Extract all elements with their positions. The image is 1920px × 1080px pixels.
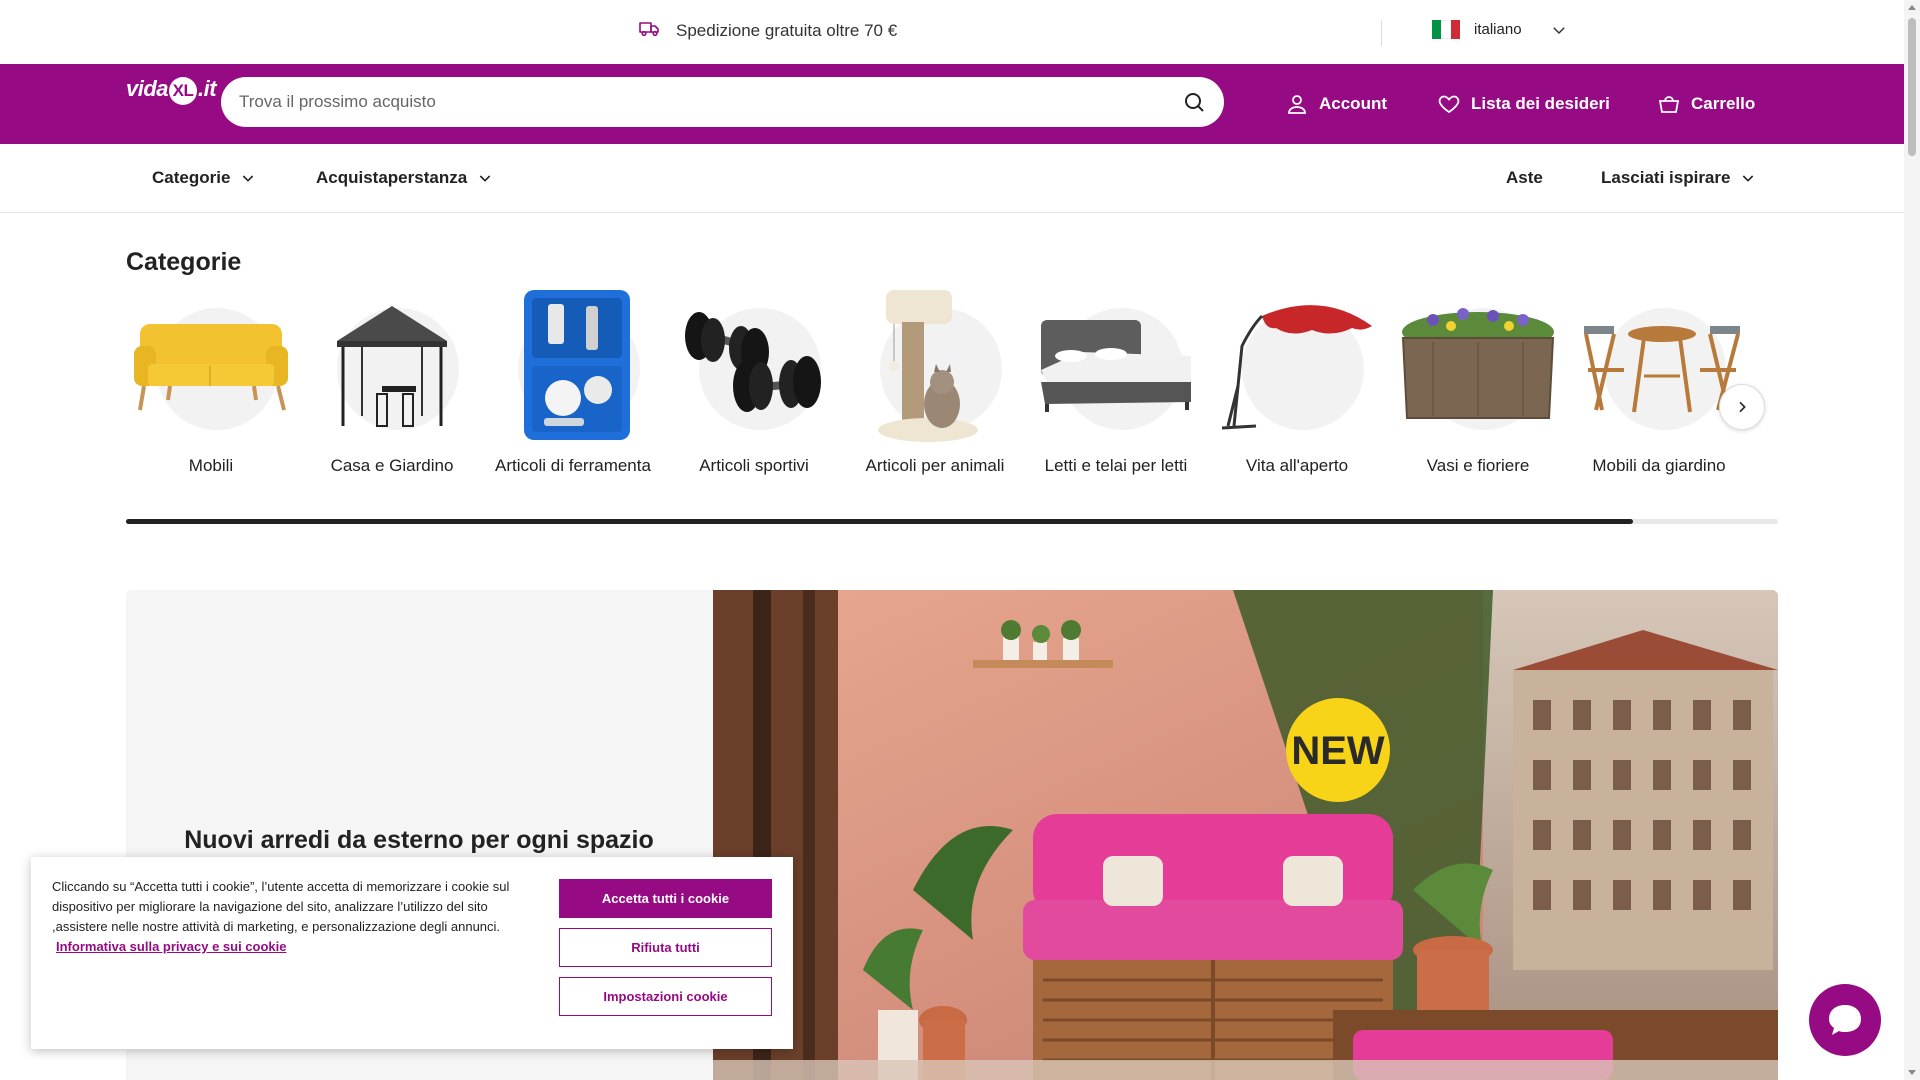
account-label: Account <box>1319 94 1387 113</box>
scrollbar-thumb[interactable] <box>1908 18 1916 156</box>
toolcase-icon <box>524 290 630 440</box>
shipping-text: Spedizione gratuita oltre 70 € <box>676 20 898 40</box>
category-item[interactable]: Casa e Giardino <box>307 286 477 486</box>
chat-bubble-icon <box>1829 1005 1861 1035</box>
shipping-notice: Spedizione gratuita oltre 70 € <box>638 16 897 45</box>
nav-inspire-label: Lasciati ispirare <box>1601 168 1731 187</box>
nav-shop-by-room[interactable]: Acquistaperstanza <box>316 168 493 188</box>
bed-icon <box>1041 320 1191 412</box>
category-item[interactable]: Vasi e fioriere <box>1393 286 1563 486</box>
italy-flag-icon <box>1432 20 1460 39</box>
main-header: vidaXL.it Account Lista dei desideri Car… <box>0 64 1904 144</box>
category-item[interactable]: Mobili da giardino <box>1574 286 1744 486</box>
nav-auctions-label: Aste <box>1506 168 1543 187</box>
chevron-down-icon <box>479 175 491 182</box>
vidaxl-logo[interactable]: vida XL .it <box>126 76 217 105</box>
chevron-down-icon <box>243 175 254 182</box>
cat-tree-icon <box>878 290 978 442</box>
truck-icon <box>638 16 662 45</box>
privacy-policy-link[interactable]: Informativa sulla privacy e sui cookie <box>56 939 286 954</box>
basket-icon <box>1658 96 1680 113</box>
category-item[interactable]: Mobili <box>126 286 296 486</box>
cookie-settings-button[interactable]: Impostazioni cookie <box>559 977 772 1016</box>
bistro-set-icon <box>1584 326 1740 413</box>
sofa-icon <box>134 324 288 411</box>
page-scrollbar[interactable] <box>1904 0 1920 1080</box>
category-label: Vasi e fioriere <box>1426 456 1530 475</box>
gazebo-icon <box>337 306 447 427</box>
carousel-next-button[interactable] <box>1719 384 1765 430</box>
nav-auctions[interactable]: Aste <box>1506 168 1543 188</box>
chevron-down-icon <box>1743 175 1754 182</box>
category-label: Articoli per animali <box>865 456 1005 475</box>
nav-categories-label: Categorie <box>152 168 231 187</box>
category-label: Articoli sportivi <box>699 456 809 475</box>
category-label: Casa e Giardino <box>330 456 454 475</box>
search-icon[interactable] <box>1182 90 1206 114</box>
category-label: Letti e telai per letti <box>1044 456 1188 475</box>
dumbbell-icon <box>685 312 821 412</box>
category-label: Mobili da giardino <box>1592 456 1726 475</box>
user-icon <box>1288 95 1306 114</box>
category-label: Articoli di ferramenta <box>495 456 651 475</box>
reject-all-button[interactable]: Rifiuta tutti <box>559 928 772 967</box>
nav-categories[interactable]: Categorie <box>152 168 256 188</box>
search-bar <box>221 77 1224 127</box>
scroll-down-arrow[interactable] <box>1908 1070 1916 1075</box>
category-label: Vita all'aperto <box>1245 456 1349 475</box>
cookie-message: Cliccando su “Accetta tutti i cookie”, l… <box>52 879 510 934</box>
topbar-divider <box>1381 20 1382 46</box>
categories-title: Categorie <box>126 248 242 276</box>
announcement-bar: Spedizione gratuita oltre 70 € italiano <box>0 0 1904 64</box>
account-link[interactable]: Account <box>1285 92 1387 116</box>
category-item[interactable]: Vita all'aperto <box>1212 286 1382 486</box>
page: Spedizione gratuita oltre 70 € italiano … <box>0 0 1920 1080</box>
category-item[interactable]: Articoli sportivi <box>669 286 839 486</box>
wishlist-link[interactable]: Lista dei desideri <box>1437 92 1610 116</box>
chevron-right-icon <box>1739 401 1746 413</box>
wishlist-label: Lista dei desideri <box>1471 94 1610 113</box>
logo-text: vida XL .it <box>126 76 217 105</box>
banner-headline: Nuovi arredi da esterno per ogni spazio <box>184 826 654 854</box>
nav-inspire[interactable]: Lasciati ispirare <box>1601 168 1756 188</box>
language-label: italiano <box>1474 21 1522 38</box>
cookie-text-block: Cliccando su “Accetta tutti i cookie”, l… <box>52 877 527 957</box>
chevron-down-icon <box>1552 26 1565 34</box>
category-item[interactable]: Articoli di ferramenta <box>488 286 658 486</box>
planter-icon <box>1401 308 1555 419</box>
cart-label: Carrello <box>1691 94 1756 113</box>
parasol-icon <box>1221 305 1372 430</box>
category-carousel: Mobili Casa e Giardino Articoli di ferra… <box>126 286 1776 486</box>
category-label: Mobili <box>188 456 234 475</box>
chat-button[interactable] <box>1809 984 1881 1056</box>
nav-shop-by-room-label: Acquistaperstanza <box>316 168 468 187</box>
category-item[interactable]: Articoli per animali <box>850 286 1020 486</box>
carousel-progress-track[interactable] <box>126 519 1778 524</box>
carousel-progress-thumb[interactable] <box>126 519 1633 524</box>
new-badge: NEW <box>1291 729 1385 773</box>
accept-all-cookies-button[interactable]: Accetta tutti i cookie <box>559 879 772 918</box>
balcony-photo: NEW <box>713 590 1778 1080</box>
scroll-up-arrow[interactable] <box>1908 5 1916 10</box>
category-nav: Categorie Acquistaperstanza Aste Lasciat… <box>0 144 1904 213</box>
search-input[interactable] <box>239 92 1182 112</box>
cart-link[interactable]: Carrello <box>1657 92 1755 116</box>
heart-icon <box>1438 95 1460 114</box>
language-selector[interactable]: italiano <box>1432 20 1568 39</box>
category-item[interactable]: Letti e telai per letti <box>1031 286 1201 486</box>
cookie-consent-dialog: Cliccando su “Accetta tutti i cookie”, l… <box>31 857 793 1049</box>
